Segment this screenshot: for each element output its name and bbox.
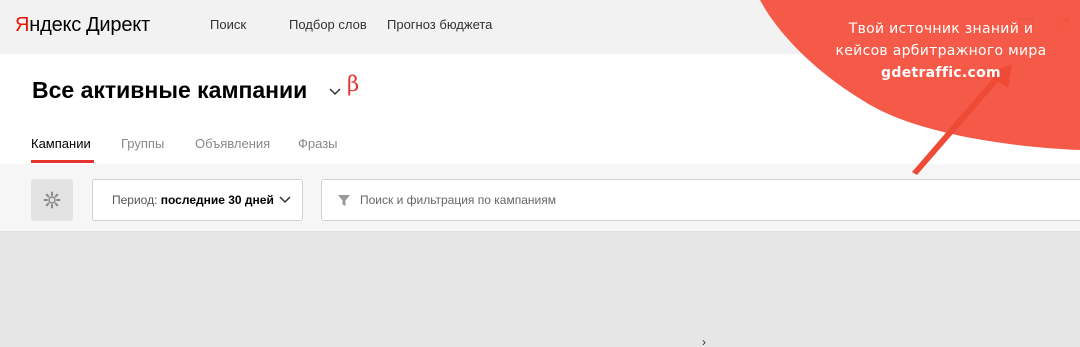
nav-search[interactable]: Поиск (210, 17, 246, 32)
chevron-down-icon[interactable] (327, 84, 343, 100)
logo-letter-y: Я (15, 14, 30, 36)
campaign-search-filter[interactable] (321, 179, 1080, 221)
promo-line-2: кейсов арбитражного мира (835, 43, 1047, 59)
nav-keyword-selection[interactable]: Подбор слов (289, 17, 367, 32)
beta-badge: β (347, 72, 360, 96)
logo-yandex: ндекс (29, 14, 82, 36)
promo-line-1: Твой источник знаний и (848, 21, 1034, 37)
logo-direct: Директ (86, 14, 150, 36)
period-value: последние 30 дней (160, 193, 274, 207)
settings-gear-icon (43, 191, 61, 209)
tab-campaigns[interactable]: Кампании (31, 136, 91, 151)
tab-groups[interactable]: Группы (121, 136, 164, 151)
tab-phrases[interactable]: Фразы (298, 136, 338, 151)
chevron-right-icon: › (702, 335, 706, 347)
yandex-direct-logo[interactable]: Яндекс Директ (15, 12, 150, 38)
filter-funnel-icon (338, 195, 350, 206)
settings-button[interactable] (31, 179, 73, 221)
promo-site: gdetraffic.com (881, 65, 1001, 81)
nav-budget-forecast[interactable]: Прогноз бюджета (387, 17, 492, 32)
page-title[interactable]: Все активные кампании (32, 76, 307, 104)
search-input[interactable] (360, 190, 860, 210)
period-label: Период: (112, 193, 158, 207)
filter-toolbar: Период: последние 30 дней (0, 164, 1080, 232)
tab-ads[interactable]: Объявления (195, 136, 270, 151)
period-select[interactable]: Период: последние 30 дней (92, 179, 303, 221)
active-tab-indicator (31, 160, 94, 163)
promo-text: Твой источник знаний и кейсов арбитражно… (816, 18, 1066, 84)
chevron-down-icon (279, 196, 291, 204)
